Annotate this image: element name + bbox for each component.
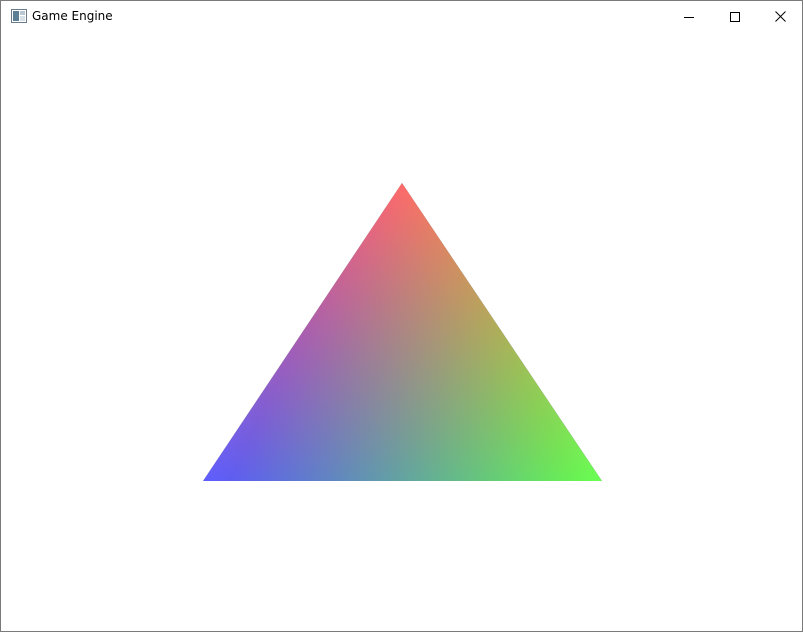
minimize-icon — [684, 16, 694, 18]
rgb-triangle — [203, 183, 602, 481]
game-engine-window: Game Engine — [0, 0, 803, 632]
render-viewport[interactable] — [1, 32, 802, 631]
minimize-button[interactable] — [666, 1, 712, 32]
title-bar[interactable]: Game Engine — [1, 1, 802, 32]
window-title: Game Engine — [32, 9, 113, 23]
maximize-button[interactable] — [712, 1, 758, 32]
close-button[interactable] — [757, 1, 803, 32]
close-icon — [774, 11, 786, 22]
scene-canvas — [203, 183, 602, 481]
maximize-icon — [730, 11, 740, 22]
app-window-icon — [11, 9, 27, 23]
